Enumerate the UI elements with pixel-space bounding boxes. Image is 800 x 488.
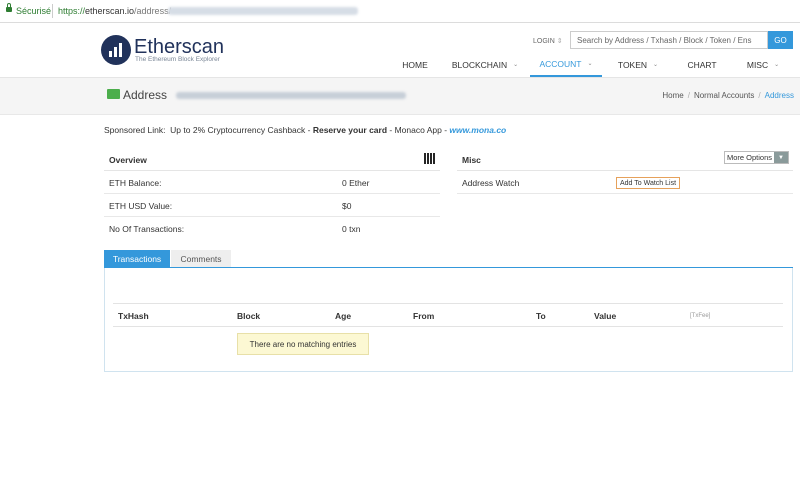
nav-token-label: TOKEN	[617, 59, 648, 70]
breadcrumb-normal-accounts[interactable]: Normal Accounts	[694, 91, 754, 100]
eth-balance-value: 0 Ether	[342, 178, 370, 188]
sponsored-text2: - Monaco App -	[387, 125, 450, 135]
sponsored-text: Up to 2% Cryptocurrency Cashback -	[170, 125, 313, 135]
nav-token[interactable]: TOKEN ⌄	[602, 52, 674, 77]
address-watch-label: Address Watch	[462, 178, 520, 188]
breadcrumb-separator: /	[687, 91, 690, 100]
more-options-dropdown[interactable]: More Options ▼	[724, 151, 789, 164]
etherscan-logo-icon[interactable]	[101, 35, 131, 65]
nav-home-label: HOME	[402, 59, 428, 70]
table-header-top-border	[113, 303, 783, 304]
col-age: Age	[335, 311, 352, 321]
no-entries-message: There are no matching entries	[237, 333, 369, 355]
tab-transactions[interactable]: Transactions	[104, 250, 170, 267]
chevron-down-icon: ⌄	[653, 62, 659, 68]
url-path: /address/	[134, 6, 172, 16]
eth-balance-label: ETH Balance:	[109, 178, 162, 188]
secure-label: Sécurisé	[16, 6, 52, 16]
misc-title: Misc	[462, 155, 481, 165]
search-input[interactable]	[570, 31, 768, 49]
sponsored-link: Sponsored Link: Up to 2% Cryptocurrency …	[104, 125, 506, 135]
nav-chart[interactable]: CHART	[674, 52, 730, 77]
add-to-watch-list-button[interactable]: Add To Watch List	[616, 177, 680, 189]
transactions-panel	[104, 268, 793, 372]
eth-usd-value: $0	[342, 201, 352, 211]
lock-icon	[6, 3, 12, 12]
login-icon: ⇕	[556, 38, 563, 45]
overview-header	[104, 148, 440, 171]
logo-subtitle: The Ethereum Block Explorer	[135, 56, 220, 63]
nav-account-label: ACCOUNT	[539, 58, 582, 69]
tab-comments[interactable]: Comments	[171, 250, 231, 267]
breadcrumb-address: Address	[764, 91, 794, 100]
tx-count-value: 0 txn	[342, 224, 361, 234]
qr-code-icon[interactable]	[424, 153, 435, 164]
url-host: etherscan.io	[85, 6, 135, 16]
url-text[interactable]: https://etherscan.io/address/	[58, 6, 171, 16]
nav-account[interactable]: ACCOUNT ⌄	[530, 52, 602, 77]
sponsored-prefix: Sponsored Link:	[104, 125, 166, 135]
table-header-bottom-border	[113, 326, 783, 327]
address-icon	[107, 89, 120, 99]
col-txhash: TxHash	[118, 311, 149, 321]
nav-blockchain[interactable]: BLOCKCHAIN ⌄	[440, 52, 530, 77]
page-title: Address	[123, 88, 168, 102]
url-divider	[52, 4, 53, 18]
col-value: Value	[594, 311, 617, 321]
chevron-down-icon: ▼	[774, 152, 788, 163]
login-label: LOGIN	[533, 38, 555, 45]
blurred-address-in-url	[168, 7, 358, 15]
search-go-button[interactable]: GO	[768, 31, 793, 49]
nav-misc[interactable]: MISC ⌄	[730, 52, 796, 77]
blurred-address-hash	[176, 92, 406, 99]
overview-title: Overview	[109, 155, 147, 165]
nav-chart-label: CHART	[687, 59, 717, 70]
sponsored-url[interactable]: www.mona.co	[449, 125, 506, 135]
login-link[interactable]: LOGIN ⇕	[533, 37, 563, 45]
col-to: To	[536, 311, 546, 321]
chevron-down-icon: ⌄	[774, 62, 780, 68]
nav-misc-label: MISC	[746, 59, 769, 70]
eth-usd-label: ETH USD Value:	[109, 201, 173, 211]
url-scheme: https://	[58, 6, 86, 16]
col-block: Block	[237, 311, 261, 321]
breadcrumb-separator: /	[758, 91, 761, 100]
breadcrumb-home[interactable]: Home	[662, 91, 683, 100]
sponsored-bold[interactable]: Reserve your card	[313, 125, 387, 135]
chevron-down-icon: ⌄	[513, 62, 519, 68]
breadcrumb: Home / Normal Accounts / Address	[662, 91, 794, 100]
chevron-down-icon: ⌄	[587, 61, 593, 67]
main-nav: HOME BLOCKCHAIN ⌄ ACCOUNT ⌄ TOKEN ⌄ CHART M…	[390, 52, 796, 77]
tx-count-label: No Of Transactions:	[109, 224, 185, 234]
nav-home[interactable]: HOME	[390, 52, 440, 77]
col-from: From	[413, 311, 435, 321]
more-options-label: More Options	[726, 153, 773, 162]
col-txfee[interactable]: [TxFee]	[690, 313, 710, 319]
nav-blockchain-label: BLOCKCHAIN	[451, 59, 508, 70]
